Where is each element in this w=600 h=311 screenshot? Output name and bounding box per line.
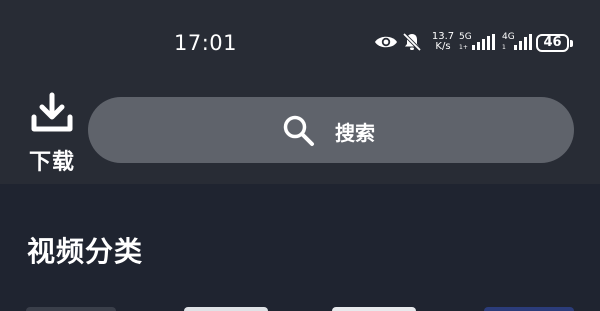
battery-tip <box>570 40 573 47</box>
status-icons: 13.7 K/s 5G 1+ 4G 1 46 <box>372 28 577 62</box>
download-label: 下载 <box>28 150 75 175</box>
eye-icon <box>374 34 398 54</box>
signal2-label: 4G <box>502 32 515 42</box>
network-speed-unit: K/s <box>435 41 451 52</box>
download-button[interactable]: 下载 <box>20 90 84 176</box>
battery-icon: 46 <box>536 34 569 52</box>
search-icon <box>282 114 316 152</box>
search-bar[interactable]: 搜索 <box>88 97 574 163</box>
search-placeholder: 搜索 <box>335 121 375 145</box>
bell-off-icon <box>402 32 422 56</box>
header-area: 17:01 13.7 K/s 5G 1+ 4G 1 46 下载 搜索 <box>0 0 600 184</box>
section-title: 视频分类 <box>27 235 144 268</box>
signal2-sub: 1 <box>502 44 506 51</box>
signal1-sub: 1+ <box>459 44 468 51</box>
signal-bars-icon <box>472 34 496 54</box>
status-bar: 17:01 13.7 K/s 5G 1+ 4G 1 46 <box>0 0 600 90</box>
signal1-label: 5G <box>459 32 472 42</box>
status-time: 17:01 <box>174 31 238 55</box>
category-card[interactable] <box>26 307 116 311</box>
download-icon <box>31 92 73 138</box>
signal-bars-icon <box>514 34 534 54</box>
network-speed: 13.7 K/s <box>430 32 456 52</box>
category-card[interactable] <box>184 307 268 311</box>
category-card[interactable] <box>332 307 416 311</box>
category-card[interactable] <box>484 307 574 311</box>
